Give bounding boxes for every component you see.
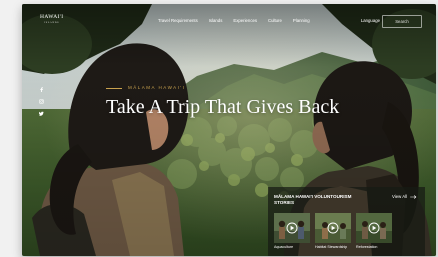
- story-thumbnail: [315, 213, 351, 243]
- arrow-right-icon: [410, 195, 417, 199]
- story-card-label: Reforestation: [356, 245, 378, 249]
- browser-frame: HAWAI'I ISLANDS Travel Requirements Isla…: [22, 4, 436, 256]
- search-label: Search: [395, 19, 409, 24]
- nav-link-culture[interactable]: Culture: [268, 18, 282, 23]
- twitter-icon[interactable]: [39, 111, 44, 116]
- story-thumbnail: [356, 213, 392, 243]
- facebook-icon[interactable]: [39, 87, 44, 92]
- story-card-label: Habitat Stewardship: [315, 245, 348, 249]
- view-all-link[interactable]: View All: [392, 194, 417, 199]
- story-card-aquaculture[interactable]: Aquaculture: [274, 213, 310, 249]
- view-all-label: View All: [392, 194, 407, 199]
- hero-eyebrow-row: MĀLAMA HAWAI'I: [106, 85, 339, 91]
- language-selector[interactable]: Language: [361, 18, 380, 23]
- brand-logo[interactable]: HAWAI'I ISLANDS: [40, 14, 64, 24]
- story-card-habitat-stewardship[interactable]: Habitat Stewardship: [315, 213, 351, 249]
- nav-link-experiences[interactable]: Experiences: [233, 18, 257, 23]
- instagram-icon[interactable]: [39, 99, 44, 104]
- nav-link-travel-requirements[interactable]: Travel Requirements: [158, 18, 198, 23]
- search-button[interactable]: Search: [382, 15, 422, 28]
- hero-headline-block: MĀLAMA HAWAI'I Take A Trip That Gives Ba…: [106, 85, 340, 118]
- brand-tagline: ISLANDS: [44, 20, 60, 24]
- nav-link-islands[interactable]: Islands: [209, 18, 223, 23]
- hero-eyebrow: MĀLAMA HAWAI'I: [128, 85, 186, 90]
- story-card-label: Aquaculture: [274, 245, 294, 249]
- nav-links: Travel Requirements Islands Experiences …: [158, 18, 310, 23]
- top-nav: HAWAI'I ISLANDS Travel Requirements Isla…: [22, 4, 436, 34]
- hero-title: Take A Trip That Gives Back: [106, 95, 340, 118]
- stories-title: MĀLAMA HAWAI'I VOLUNTOURISM STORIES: [274, 194, 352, 205]
- voluntourism-stories-panel: MĀLAMA HAWAI'I VOLUNTOURISM STORIES View…: [268, 187, 425, 256]
- story-card-reforestation[interactable]: Reforestation: [356, 213, 392, 249]
- eyebrow-divider: [106, 87, 122, 89]
- nav-link-planning[interactable]: Planning: [293, 18, 310, 23]
- story-cards: Aquaculture Habitat Stewardship Reforest…: [274, 213, 397, 249]
- social-links: [39, 87, 45, 123]
- story-thumbnail: [274, 213, 310, 243]
- brand-name: HAWAI'I: [40, 14, 64, 20]
